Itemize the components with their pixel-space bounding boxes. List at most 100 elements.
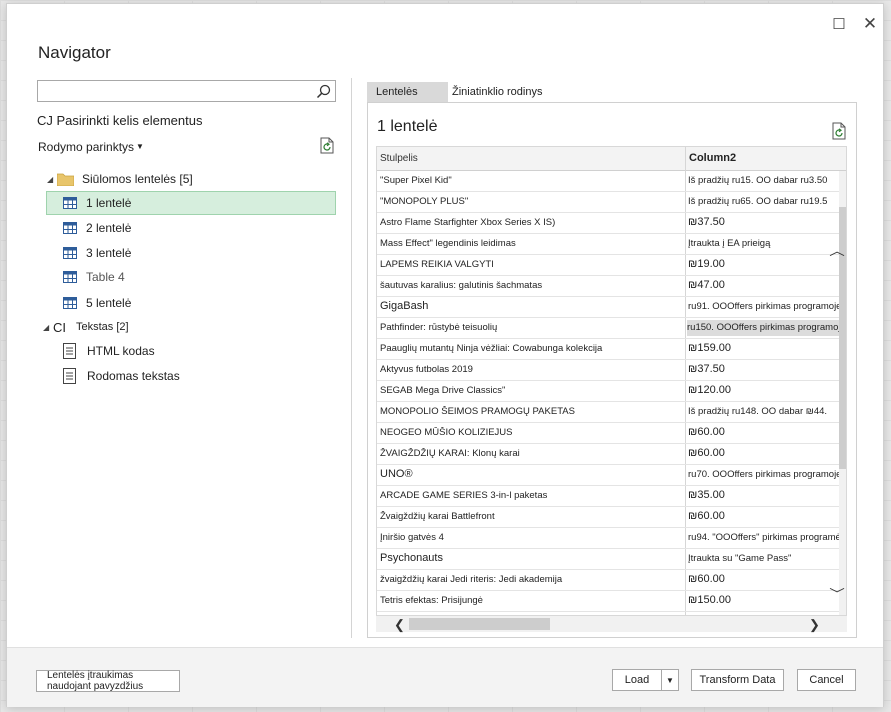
table-row[interactable]: "Super Pixel Kid" Iš pradžių ru15. OO dab… — [377, 171, 839, 192]
table-cell: ru91. OOOffers pirkimas programoje — [688, 301, 840, 312]
tree-folder-suggested[interactable]: ◢ Siūlomos lentelės [5] — [47, 167, 193, 191]
table-row[interactable]: MONOPOLIO ŠEIMOS PRAMOGŲ PAKETAS Iš pradž… — [377, 402, 839, 423]
table-cell: Tetris efektas: Prisijungė — [380, 595, 483, 606]
chevron-down-icon: ▼ — [136, 142, 144, 151]
table-cell: "Super Pixel Kid" — [380, 175, 452, 186]
table-cell: ₪60.00 — [688, 573, 725, 585]
tab-web-view[interactable]: Žiniatinklio rodinys — [448, 82, 546, 102]
table-row[interactable]: Mass Effect" legendinis leidimas Įtraukta… — [377, 234, 839, 255]
table-cell: ru70. OOOffers pirkimas programoje — [688, 469, 840, 480]
scroll-down-icon[interactable]: ﹀ — [829, 585, 845, 602]
dialog-footer: Lentelės įtraukimas naudojant pavyzdžius… — [7, 647, 883, 707]
table-cell: UNO® — [380, 468, 413, 480]
document-icon — [63, 343, 76, 359]
scroll-left-icon[interactable]: ❮ — [394, 617, 405, 633]
table-cell: Įtraukta į EA prieigą — [688, 238, 771, 249]
column-header[interactable]: Stulpelis — [380, 153, 418, 164]
transform-data-button[interactable]: Transform Data — [691, 669, 784, 691]
refresh-icon[interactable] — [319, 137, 335, 154]
table-row[interactable]: "MONOPOLY PLUS" Iš pradžių ru65. OO dabar… — [377, 192, 839, 213]
table-row[interactable]: SEGAB Mega Drive Classics" ₪120.00 — [377, 381, 839, 402]
table-cell: Iš pradžių ru148. OO dabar ₪44. — [688, 406, 828, 417]
tree-item-html-code[interactable]: HTML kodas — [63, 339, 155, 363]
tree-item-table-1[interactable]: 1 lentelė — [46, 191, 336, 215]
table-row[interactable]: Psychonauts Įtraukta su "Game Pass" — [377, 549, 839, 570]
table-row[interactable]: Astro Flame Starfighter Xbox Series X IS… — [377, 213, 839, 234]
close-button[interactable]: ✕ — [858, 14, 882, 34]
table-row[interactable]: UNO® ru70. OOOffers pirkimas programoje — [377, 465, 840, 486]
tree-item-table-2[interactable]: 2 lentelė — [63, 216, 131, 240]
scroll-right-icon[interactable]: ❯ — [809, 617, 820, 633]
tree-item-table-4[interactable]: Table 4 — [63, 265, 125, 289]
table-cell: Įniršio gatvės 4 — [380, 532, 444, 543]
table-row[interactable]: Aktyvus futbolas 2019 ₪37.50 — [377, 360, 839, 381]
table-row[interactable]: Žvaigždžių karai Battlefront ₪60.00 — [377, 507, 839, 528]
display-options-dropdown[interactable]: Rodymo parinktys ▼ — [38, 140, 144, 154]
refresh-icon[interactable] — [831, 122, 847, 140]
tree-item-label: 3 lentelė — [86, 246, 132, 260]
preview-pane: 1 lentelė Stulpelis Column2 "Super Pixel… — [367, 102, 857, 638]
dialog-title: Navigator — [38, 43, 111, 62]
table-cell: Mass Effect" legendinis leidimas — [380, 238, 516, 249]
table-row[interactable]: ŽVAIGŽDŽIŲ KARAI: Klonų karai ₪60.00 — [377, 444, 839, 465]
table-cell: žvaigždžių karai Jedi riteris: Jedi akad… — [380, 574, 563, 585]
table-cell: MONOPOLIO ŠEIMOS PRAMOGŲ PAKETAS — [380, 406, 575, 417]
tree-item-table-3[interactable]: 3 lentelė — [63, 241, 131, 265]
table-cell: ₪150.00 — [688, 594, 731, 606]
table-cell: ARCADE GAME SERIES 3-in-l paketas — [380, 490, 548, 501]
table-cell: ₪37.50 — [688, 216, 725, 228]
table-row[interactable]: Tetris efektas: Prisijungė ₪150.00 — [377, 591, 839, 612]
tree-folder-prefix: CI — [53, 319, 66, 335]
close-icon: ✕ — [862, 14, 878, 33]
extract-table-examples-button[interactable]: Lentelės įtraukimas naudojant pavyzdžius — [36, 670, 180, 692]
scroll-up-icon[interactable]: ︿ — [829, 242, 845, 259]
table-row[interactable]: LAPEMS REIKIA VALGYTI ₪19.00 — [377, 255, 839, 276]
table-row[interactable]: žvaigždžių karai Jedi riteris: Jedi akad… — [377, 570, 839, 591]
expand-triangle-icon[interactable]: ◢ — [47, 175, 57, 184]
tree-item-table-5[interactable]: 5 lentelė — [63, 291, 131, 315]
horizontal-scrollbar[interactable]: ❮ ❯ — [376, 616, 847, 632]
load-dropdown-button[interactable]: ▼ — [661, 669, 679, 691]
tree-item-label: 5 lentelė — [86, 296, 132, 310]
table-cell: ru150. OOOffers pirkimas programoje — [687, 320, 839, 336]
table-row[interactable]: šautuvas karalius: galutinis šachmatas ₪4… — [377, 276, 839, 297]
table-row[interactable]: Pathfinder: rūstybė teisuolių ru150. OOOf… — [377, 318, 839, 339]
table-row[interactable]: NEOGEO MŪŠIO KOLIZIEJUS ₪60.00 — [377, 423, 839, 444]
table-icon — [63, 247, 77, 259]
table-cell: ŽVAIGŽDŽIŲ KARAI: Klonų karai — [380, 448, 520, 459]
tree-item-display-text[interactable]: Rodomas tekstas — [63, 364, 180, 388]
cancel-button[interactable]: Cancel — [797, 669, 856, 691]
maximize-icon: ☐ — [832, 16, 846, 33]
search-input[interactable] — [37, 80, 336, 102]
table-row[interactable]: Paauglių mutantų Ninja vėžliai: Cowabung… — [377, 339, 839, 360]
table-body: "Super Pixel Kid" Iš pradžių ru15. OO dab… — [377, 171, 840, 612]
tab-table-view[interactable]: Lentelės rodinys — [367, 82, 448, 118]
table-row[interactable]: Įniršio gatvės 4 ru94. "OOOffers" pirkima… — [377, 528, 840, 549]
select-multiple-items[interactable]: CJ Pasirinkti kelis elementus — [37, 113, 202, 128]
table-cell: Iš pradžių ru15. OO dabar ru3.50 — [688, 175, 828, 186]
load-button[interactable]: Load — [612, 669, 662, 691]
column-header[interactable]: Column2 — [689, 152, 736, 164]
table-cell: Žvaigždžių karai Battlefront — [380, 511, 495, 522]
table-cell: ₪159.00 — [688, 342, 731, 354]
pane-divider[interactable] — [351, 78, 352, 638]
folder-icon — [57, 173, 74, 186]
table-icon — [63, 271, 77, 283]
vertical-scrollbar[interactable] — [839, 171, 846, 615]
table-icon — [63, 297, 77, 309]
tree-folder-text[interactable]: ◢ CI Tekstas [2] — [43, 315, 129, 339]
expand-triangle-icon[interactable]: ◢ — [43, 323, 53, 332]
tree-item-label: HTML kodas — [87, 344, 155, 358]
maximize-button[interactable]: ☐ — [827, 14, 851, 34]
tree-item-label: Table 4 — [86, 270, 125, 284]
horizontal-scroll-thumb[interactable] — [409, 618, 550, 630]
table-row[interactable]: GigaBash ru91. OOOffers pirkimas programo… — [377, 297, 840, 318]
table-cell: Įtraukta su "Game Pass" — [688, 553, 792, 564]
preview-title: 1 lentelė — [377, 118, 438, 135]
table-cell: ₪47.00 — [688, 279, 725, 291]
table-row[interactable]: ARCADE GAME SERIES 3-in-l paketas ₪35.00 — [377, 486, 839, 507]
table-icon — [63, 197, 77, 209]
table-cell: LAPEMS REIKIA VALGYTI — [380, 259, 494, 270]
search-icon[interactable] — [316, 84, 331, 99]
tree-item-label: 1 lentelė — [86, 196, 132, 210]
